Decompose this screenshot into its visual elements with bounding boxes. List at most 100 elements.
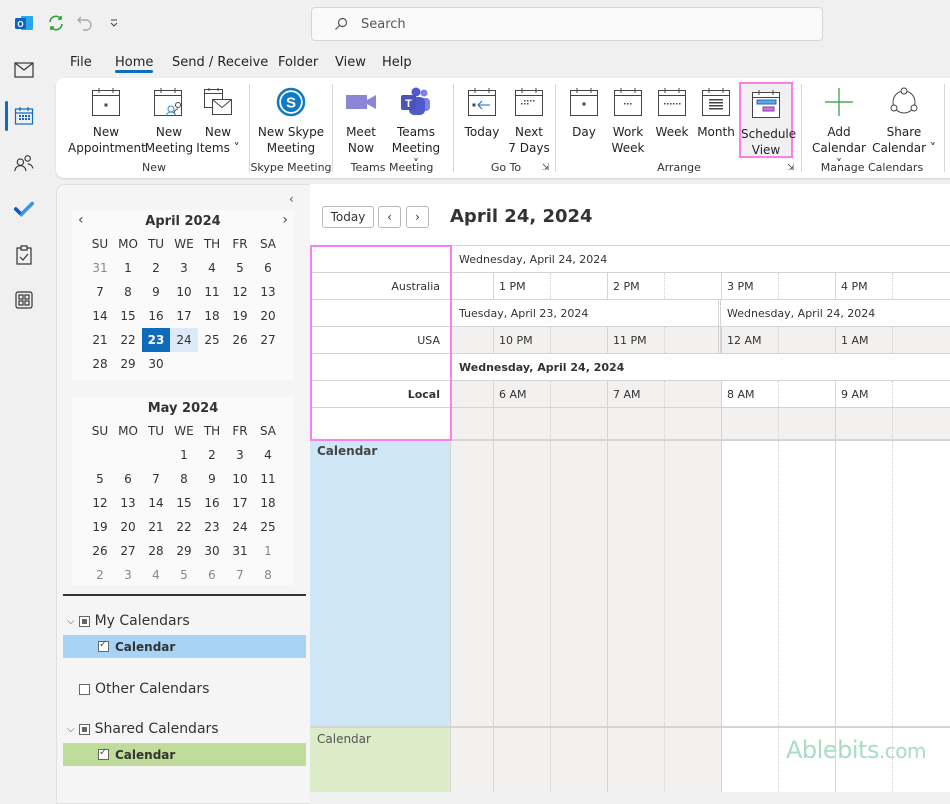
day-cell[interactable]: 22 (114, 328, 142, 352)
day-cell[interactable]: 24 (226, 515, 254, 539)
tab-help[interactable]: Help (382, 55, 412, 70)
day-cell[interactable]: 12 (226, 280, 254, 304)
day-cell[interactable]: 8 (170, 467, 198, 491)
day-cell[interactable]: 20 (254, 304, 282, 328)
day-cell[interactable]: 15 (170, 491, 198, 515)
day-cell[interactable]: 17 (226, 491, 254, 515)
mail-icon[interactable] (14, 60, 34, 80)
day-cell[interactable]: 10 (170, 280, 198, 304)
people-icon[interactable] (14, 153, 34, 173)
apps-icon[interactable] (14, 290, 34, 310)
day-cell[interactable]: 31 (86, 256, 114, 280)
goto-dialog-launcher-icon[interactable]: ⇲ (542, 163, 550, 173)
day-cell[interactable]: 23 (198, 515, 226, 539)
day-cell[interactable]: 31 (226, 539, 254, 563)
day-cell[interactable]: 20 (114, 515, 142, 539)
collapse-pane-icon[interactable]: ‹ (289, 192, 294, 206)
today-nav-button[interactable]: Today (322, 206, 374, 228)
day-cell[interactable]: 10 (226, 467, 254, 491)
calendar-checkbox[interactable] (98, 747, 109, 760)
day-cell[interactable]: 3 (226, 443, 254, 467)
customize-toolbar-icon[interactable] (105, 14, 123, 32)
day-cell[interactable]: 25 (254, 515, 282, 539)
calendar-row-label-my[interactable]: Calendar (310, 440, 450, 726)
day-cell[interactable]: 11 (198, 280, 226, 304)
search-box[interactable]: Search (311, 7, 823, 41)
group-checkbox[interactable] (78, 615, 90, 627)
schedule-view-button[interactable]: Schedule View (739, 82, 796, 158)
day-cell[interactable]: 26 (226, 328, 254, 352)
day-cell[interactable]: 3 (170, 256, 198, 280)
day-cell[interactable]: 14 (86, 304, 114, 328)
day-cell[interactable]: 13 (114, 491, 142, 515)
calendar-group-my-calendars[interactable]: ⌵ My Calendars (67, 613, 190, 629)
group-checkbox[interactable] (78, 723, 90, 735)
day-cell[interactable]: 4 (198, 256, 226, 280)
day-cell[interactable]: 25 (198, 328, 226, 352)
day-cell[interactable]: 18 (254, 491, 282, 515)
day-cell[interactable]: 26 (86, 539, 114, 563)
day-view-button[interactable]: Day (564, 84, 604, 140)
day-cell[interactable]: 13 (254, 280, 282, 304)
day-cell[interactable]: 6 (198, 563, 226, 587)
day-cell[interactable]: 28 (86, 352, 114, 376)
day-cell[interactable]: 6 (254, 256, 282, 280)
day-cell[interactable]: 18 (198, 304, 226, 328)
meet-now-button[interactable]: Meet Now (339, 84, 383, 156)
new-items-button[interactable]: New Items ˅ (196, 84, 240, 156)
day-cell[interactable]: 5 (170, 563, 198, 587)
day-cell[interactable]: 27 (114, 539, 142, 563)
week-view-button[interactable]: Week (652, 84, 692, 140)
day-cell[interactable]: 19 (86, 515, 114, 539)
day-cell[interactable]: 21 (142, 515, 170, 539)
previous-day-button[interactable]: ‹ (378, 206, 401, 228)
tab-home[interactable]: Home (115, 55, 154, 73)
day-cell[interactable]: 16 (198, 491, 226, 515)
new-skype-meeting-button[interactable]: S New Skype Meeting (254, 84, 328, 156)
today-button[interactable]: Today (460, 84, 504, 140)
day-cell[interactable]: 12 (86, 491, 114, 515)
share-calendar-button[interactable]: Share Calendar ˅ (872, 84, 936, 156)
day-cell[interactable]: 1 (114, 256, 142, 280)
day-cell[interactable]: 5 (86, 467, 114, 491)
day-cell[interactable]: 7 (86, 280, 114, 304)
day-cell[interactable]: 22 (170, 515, 198, 539)
day-cell[interactable]: 21 (86, 328, 114, 352)
day-cell[interactable]: 1 (170, 443, 198, 467)
tab-view[interactable]: View (335, 55, 366, 70)
calendar-icon[interactable] (14, 106, 34, 126)
day-cell[interactable]: 8 (254, 563, 282, 587)
chevron-down-icon[interactable]: ⌵ (67, 724, 75, 735)
day-cell[interactable]: 9 (198, 467, 226, 491)
calendar-checkbox[interactable] (98, 639, 109, 652)
calendar-row-label-shared[interactable]: Calendar (310, 728, 450, 792)
day-cell[interactable]: 2 (142, 256, 170, 280)
teams-meeting-button[interactable]: T Teams Meeting ˅ (389, 84, 443, 172)
day-cell[interactable]: 7 (226, 563, 254, 587)
day-cell[interactable]: 7 (142, 467, 170, 491)
day-cell[interactable]: 17 (170, 304, 198, 328)
undo-icon[interactable] (76, 14, 94, 32)
tab-folder[interactable]: Folder (278, 55, 318, 70)
day-cell[interactable]: 5 (226, 256, 254, 280)
todo-icon[interactable] (14, 199, 34, 219)
chevron-down-icon[interactable]: ⌵ (67, 616, 75, 627)
day-cell[interactable]: 29 (114, 352, 142, 376)
day-cell[interactable]: 11 (254, 467, 282, 491)
next-7-days-button[interactable]: Next 7 Days (506, 84, 552, 156)
day-cell[interactable]: 15 (114, 304, 142, 328)
day-cell[interactable]: 23 (142, 328, 170, 352)
day-cell[interactable]: 16 (142, 304, 170, 328)
day-cell[interactable]: 29 (170, 539, 198, 563)
work-week-button[interactable]: Work Week (608, 84, 648, 156)
day-cell[interactable]: 30 (198, 539, 226, 563)
tab-file[interactable]: File (70, 55, 92, 70)
day-cell[interactable]: 4 (142, 563, 170, 587)
day-cell[interactable]: 8 (114, 280, 142, 304)
day-cell[interactable]: 24 (170, 328, 198, 352)
sync-icon[interactable] (47, 14, 65, 32)
new-appointment-button[interactable]: New Appointment (68, 84, 146, 156)
day-cell[interactable]: 1 (254, 539, 282, 563)
month-view-button[interactable]: Month (695, 84, 737, 140)
new-meeting-button[interactable]: New Meeting (144, 84, 194, 156)
